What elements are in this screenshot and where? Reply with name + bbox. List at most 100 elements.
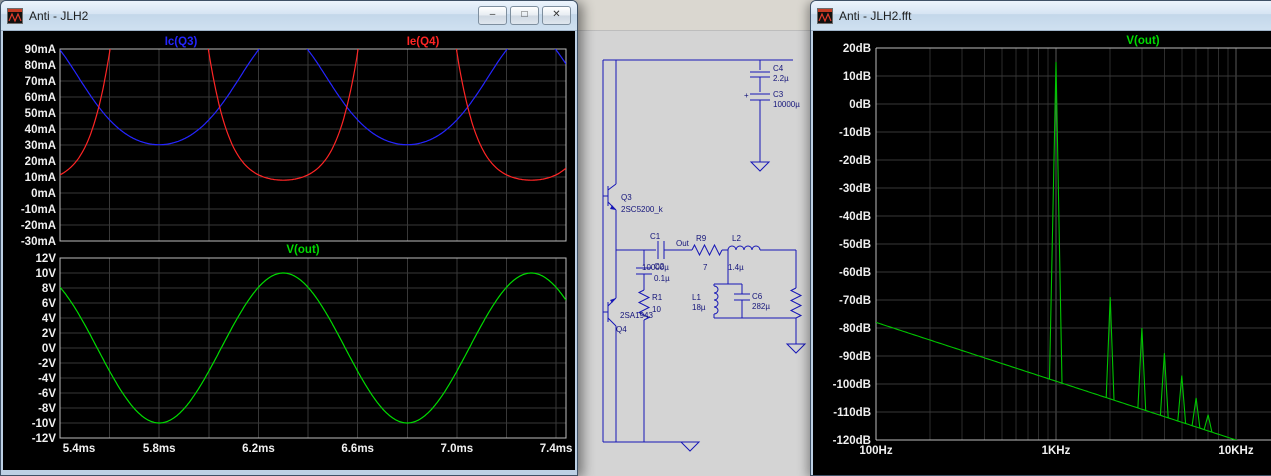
svg-text:-30mA: -30mA	[21, 236, 56, 248]
svg-text:-10mA: -10mA	[21, 204, 56, 216]
trace-label-ieq4: Ie(Q4)	[407, 36, 440, 48]
svg-text:0mA: 0mA	[31, 188, 56, 200]
schematic-window-chrome	[560, 0, 820, 31]
svg-text:282µ: 282µ	[752, 302, 770, 311]
svg-text:2SA1943: 2SA1943	[620, 311, 653, 320]
svg-text:20mA: 20mA	[25, 156, 56, 168]
svg-text:-40dB: -40dB	[839, 211, 871, 223]
svg-text:5.8ms: 5.8ms	[143, 443, 176, 455]
svg-text:4V: 4V	[42, 313, 56, 325]
svg-text:5.4ms: 5.4ms	[63, 443, 96, 455]
fft-window-titlebar[interactable]: Anti - JLH2.fft	[811, 1, 1271, 31]
svg-text:70mA: 70mA	[25, 76, 56, 88]
svg-text:2V: 2V	[42, 328, 56, 340]
svg-text:10: 10	[652, 305, 661, 314]
svg-text:80mA: 80mA	[25, 60, 56, 72]
svg-text:20dB: 20dB	[843, 43, 871, 55]
fft-trace-label: V(out)	[1126, 35, 1159, 47]
svg-text:Q3: Q3	[621, 193, 632, 202]
svg-text:C6: C6	[752, 292, 763, 301]
svg-text:1KHz: 1KHz	[1042, 445, 1071, 457]
svg-text:C2: C2	[654, 262, 665, 271]
schematic-window: C4 2.2µ C3 10000µ + Q3 2SC5200_k C1 10000µ Out R9 7…	[560, 0, 820, 476]
svg-text:C4: C4	[773, 64, 784, 73]
svg-text:R1: R1	[652, 293, 663, 302]
svg-text:6V: 6V	[42, 298, 56, 310]
waveform-window-titlebar[interactable]: Anti - JLH2 – □ ✕	[1, 1, 577, 31]
fft-plot: 20dB 10dB 0dB -10dB -20dB -30dB -40dB -50dB -60d…	[833, 35, 1271, 457]
window-title: Anti - JLH2.fft	[839, 8, 912, 23]
svg-text:-20dB: -20dB	[839, 155, 871, 167]
minimize-button[interactable]: –	[478, 6, 507, 25]
svg-text:10mA: 10mA	[25, 172, 56, 184]
svg-text:10000µ: 10000µ	[773, 100, 800, 109]
svg-text:-90dB: -90dB	[839, 351, 871, 363]
svg-text:50mA: 50mA	[25, 108, 56, 120]
svg-text:-10dB: -10dB	[839, 127, 871, 139]
svg-text:6.2ms: 6.2ms	[242, 443, 275, 455]
fft-window: Anti - JLH2.fft 20dB 10dB 0dB -10dB -20dB -30…	[810, 0, 1271, 476]
svg-text:-110dB: -110dB	[833, 407, 871, 419]
schematic-canvas[interactable]: C42.2µC310000µ+Q32SC5200_kC110000µOutR97…	[560, 0, 820, 476]
svg-text:60mA: 60mA	[25, 92, 56, 104]
svg-text:12V: 12V	[36, 253, 57, 265]
svg-text:R9: R9	[696, 234, 707, 243]
svg-text:40mA: 40mA	[25, 124, 56, 136]
window-title: Anti - JLH2	[29, 8, 89, 23]
svg-text:-50dB: -50dB	[839, 239, 871, 251]
svg-text:100Hz: 100Hz	[859, 445, 892, 457]
fft-plot-area[interactable]: 20dB 10dB 0dB -10dB -20dB -30dB -40dB -50dB -60d…	[813, 31, 1271, 475]
svg-text:0dB: 0dB	[849, 99, 871, 111]
svg-text:0.1µ: 0.1µ	[654, 274, 670, 283]
svg-text:7.0ms: 7.0ms	[441, 443, 474, 455]
fft-trace	[876, 61, 1238, 440]
app-waveform-icon	[817, 7, 833, 24]
fft-axis-labels: 20dB 10dB 0dB -10dB -20dB -30dB -40dB -50dB -60d…	[833, 43, 1254, 457]
svg-text:1.4µ: 1.4µ	[728, 263, 744, 272]
svg-text:-70dB: -70dB	[839, 295, 871, 307]
svg-text:8V: 8V	[42, 283, 56, 295]
svg-text:90mA: 90mA	[25, 44, 56, 56]
waveform-plot-area[interactable]: 90mA 80mA 70mA 60mA 50mA 40mA 30mA 20mA 10mA 0mA -…	[3, 31, 575, 470]
svg-text:-4V: -4V	[38, 373, 56, 385]
svg-text:7.4ms: 7.4ms	[540, 443, 573, 455]
svg-text:10KHz: 10KHz	[1218, 445, 1253, 457]
waveform-window: Anti - JLH2 – □ ✕ 90mA 80mA 70mA 60mA 50mA 40…	[0, 0, 578, 476]
schematic-labels: C42.2µC310000µ+Q32SC5200_kC110000µOutR97…	[616, 64, 800, 334]
svg-text:L1: L1	[692, 293, 701, 302]
svg-text:2SC5200_k: 2SC5200_k	[621, 205, 664, 214]
close-button[interactable]: ✕	[542, 6, 571, 25]
svg-text:L2: L2	[732, 234, 741, 243]
waveform-plot: 90mA 80mA 70mA 60mA 50mA 40mA 30mA 20mA 10mA 0mA -…	[21, 36, 573, 455]
schematic-wires	[602, 59, 807, 452]
window-controls: – □ ✕	[478, 6, 571, 25]
svg-text:10dB: 10dB	[843, 71, 871, 83]
svg-text:-2V: -2V	[38, 358, 56, 370]
svg-text:18µ: 18µ	[692, 303, 706, 312]
svg-text:-60dB: -60dB	[839, 267, 871, 279]
svg-text:-8V: -8V	[38, 403, 56, 415]
trace-label-icq3: Ic(Q3)	[165, 36, 198, 48]
app-waveform-icon	[7, 7, 23, 24]
svg-text:-30dB: -30dB	[839, 183, 871, 195]
svg-text:-6V: -6V	[38, 388, 56, 400]
svg-text:2.2µ: 2.2µ	[773, 74, 789, 83]
svg-text:Q4: Q4	[616, 325, 627, 334]
maximize-button[interactable]: □	[510, 6, 539, 25]
svg-text:6.6ms: 6.6ms	[341, 443, 374, 455]
fft-grid	[876, 48, 1271, 440]
svg-text:C1: C1	[650, 232, 661, 241]
svg-text:30mA: 30mA	[25, 140, 56, 152]
svg-text:0V: 0V	[42, 343, 56, 355]
svg-text:-100dB: -100dB	[833, 379, 871, 391]
svg-text:Out: Out	[676, 239, 690, 248]
svg-text:+: +	[744, 91, 749, 100]
svg-text:-20mA: -20mA	[21, 220, 56, 232]
svg-text:-80dB: -80dB	[839, 323, 871, 335]
svg-text:-12V: -12V	[32, 433, 57, 445]
trace-ie-q4	[60, 49, 566, 181]
svg-text:C3: C3	[773, 90, 784, 99]
svg-text:7: 7	[703, 263, 708, 272]
svg-text:-10V: -10V	[32, 418, 57, 430]
svg-text:10V: 10V	[36, 268, 57, 280]
